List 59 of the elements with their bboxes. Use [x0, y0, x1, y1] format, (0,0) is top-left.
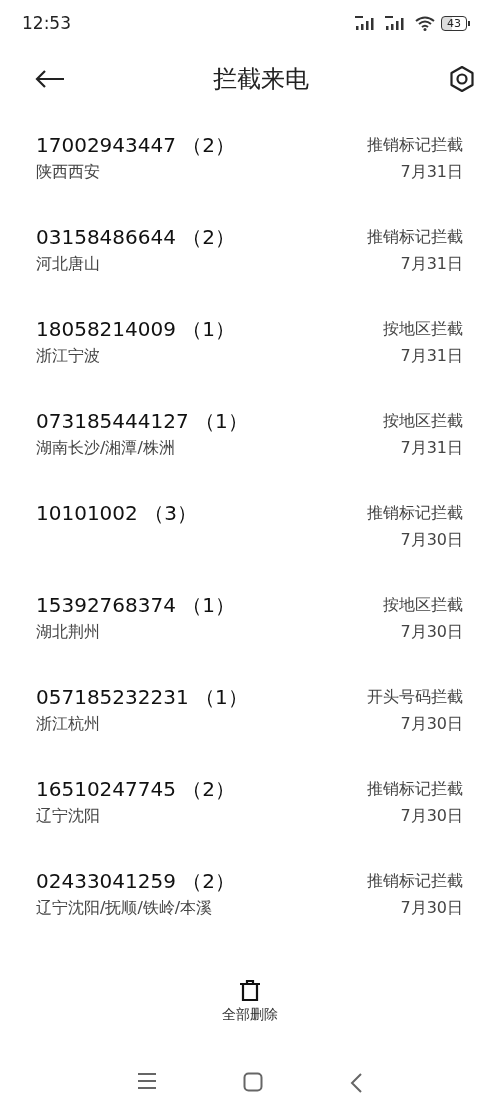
phone-number: 02433041259 （2） [36, 868, 236, 894]
call-date: 7月30日 [400, 713, 463, 735]
battery-level: 43 [441, 15, 467, 31]
call-date: 7月30日 [400, 621, 463, 643]
settings-icon [448, 65, 476, 93]
block-reason: 推销标记拦截 [367, 226, 463, 248]
call-date: 7月30日 [400, 529, 463, 551]
call-log-row[interactable]: 15392768374 （1） 湖北荆州 按地区拦截 7月30日 [0, 578, 500, 670]
home-button[interactable] [243, 1072, 263, 1094]
call-date: 7月31日 [400, 253, 463, 275]
caller-location: 陕西西安 [36, 161, 101, 183]
back-nav-button[interactable] [349, 1072, 363, 1094]
caller-location: 湖南长沙/湘潭/株洲 [36, 437, 176, 459]
call-log-row[interactable]: 17002943447 （2） 陕西西安 推销标记拦截 7月31日 [0, 118, 500, 210]
block-reason: 推销标记拦截 [367, 870, 463, 892]
caller-location: 河北唐山 [36, 253, 101, 275]
call-log-row[interactable]: 02433041259 （2） 辽宁沈阳/抚顺/铁岭/本溪 推销标记拦截 7月30日 [0, 854, 500, 946]
call-date: 7月30日 [400, 805, 463, 827]
page-title: 拦截来电 [213, 64, 309, 95]
call-log-row[interactable]: 057185232231 （1） 浙江杭州 开头号码拦截 7月30日 [0, 670, 500, 762]
phone-number: 15392768374 （1） [36, 592, 236, 618]
block-reason: 推销标记拦截 [367, 134, 463, 156]
caller-location: 浙江杭州 [36, 713, 101, 735]
caller-location: 湖北荆州 [36, 621, 101, 643]
call-log-row[interactable]: 073185444127 （1） 湖南长沙/湘潭/株洲 按地区拦截 7月31日 [0, 394, 500, 486]
call-date: 7月31日 [400, 345, 463, 367]
phone-number: 10101002 （3） [36, 500, 197, 526]
caller-location: 浙江宁波 [36, 345, 101, 367]
call-date: 7月31日 [400, 161, 463, 183]
phone-number: 16510247745 （2） [36, 776, 236, 802]
phone-number: 073185444127 （1） [36, 408, 248, 434]
block-reason: 按地区拦截 [383, 594, 463, 616]
square-icon [243, 1072, 263, 1092]
menu-icon [137, 1072, 157, 1090]
phone-number: 17002943447 （2） [36, 132, 236, 158]
clock: 12:53 [22, 13, 71, 33]
phone-number: 18058214009 （1） [36, 316, 236, 342]
back-button[interactable] [34, 69, 66, 89]
block-reason: 按地区拦截 [383, 410, 463, 432]
delete-all-button[interactable]: 全部删除 [222, 978, 278, 1042]
caller-location: 辽宁沈阳/抚顺/铁岭/本溪 [36, 897, 214, 919]
chevron-left-icon [349, 1072, 363, 1094]
call-log-row[interactable]: 16510247745 （2） 辽宁沈阳 推销标记拦截 7月30日 [0, 762, 500, 854]
call-date: 7月30日 [400, 897, 463, 919]
call-log-row[interactable]: 18058214009 （1） 浙江宁波 按地区拦截 7月31日 [0, 302, 500, 394]
block-reason: 推销标记拦截 [367, 502, 463, 524]
call-log-row[interactable]: 10101002 （3） 推销标记拦截 7月30日 [0, 486, 500, 578]
block-reason: 开头号码拦截 [367, 686, 463, 708]
phone-number: 057185232231 （1） [36, 684, 248, 710]
phone-number: 03158486644 （2） [36, 224, 236, 250]
trash-icon [238, 978, 262, 1002]
back-arrow-icon [34, 69, 66, 89]
call-log-row[interactable]: 03158486644 （2） 河北唐山 推销标记拦截 7月31日 [0, 210, 500, 302]
wifi-icon [415, 15, 435, 31]
settings-button[interactable] [448, 65, 476, 93]
call-date: 7月31日 [400, 437, 463, 459]
block-reason: 按地区拦截 [383, 318, 463, 340]
caller-location: 辽宁沈阳 [36, 805, 101, 827]
block-reason: 推销标记拦截 [367, 778, 463, 800]
